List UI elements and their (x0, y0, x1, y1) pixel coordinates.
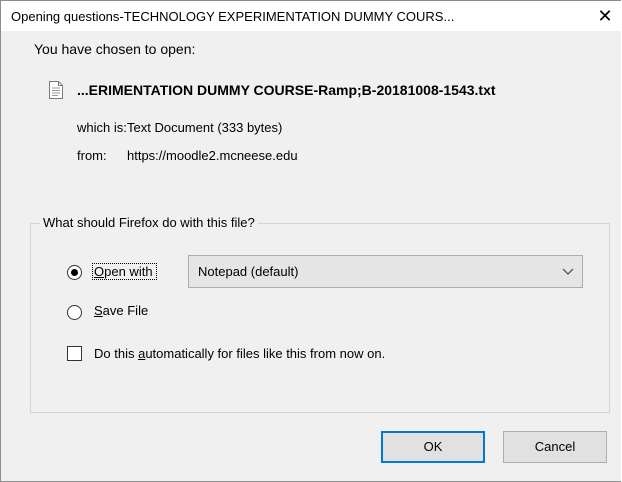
file-source-value: https://moodle2.mcneese.edu (127, 148, 298, 163)
chevron-down-icon (562, 268, 574, 275)
from-label: from: (77, 148, 107, 163)
file-type-row: which is:Text Document (333 bytes) (77, 120, 282, 135)
action-group-legend: What should Firefox do with this file? (40, 215, 258, 230)
auto-checkbox[interactable] (67, 346, 82, 361)
which-is-label: which is: (77, 120, 127, 135)
close-button[interactable]: ✕ (589, 1, 621, 31)
window-title: Opening questions-TECHNOLOGY EXPERIMENTA… (11, 9, 455, 24)
text-file-icon (49, 81, 63, 99)
save-file-label[interactable]: Save File (94, 303, 148, 318)
cancel-button[interactable]: Cancel (503, 431, 607, 463)
save-file-radio[interactable] (67, 305, 82, 320)
action-groupbox (30, 223, 610, 413)
open-with-label[interactable]: Open with (92, 263, 157, 280)
file-source-row: from: https://moodle2.mcneese.edu (77, 148, 298, 163)
file-name: ...ERIMENTATION DUMMY COURSE-Ramp;B-2018… (77, 82, 496, 98)
auto-checkbox-label[interactable]: Do this automatically for files like thi… (94, 346, 385, 361)
open-with-radio[interactable] (67, 265, 82, 280)
title-bar: Opening questions-TECHNOLOGY EXPERIMENTA… (1, 1, 621, 31)
radio-selected-dot (71, 269, 78, 276)
file-type-value: Text Document (333 bytes) (127, 120, 283, 135)
open-with-app-value: Notepad (default) (198, 264, 299, 279)
ok-button[interactable]: OK (381, 431, 485, 463)
open-with-app-select[interactable]: Notepad (default) (188, 255, 583, 288)
chosen-label: You have chosen to open: (34, 41, 196, 57)
download-dialog: Opening questions-TECHNOLOGY EXPERIMENTA… (0, 0, 621, 482)
